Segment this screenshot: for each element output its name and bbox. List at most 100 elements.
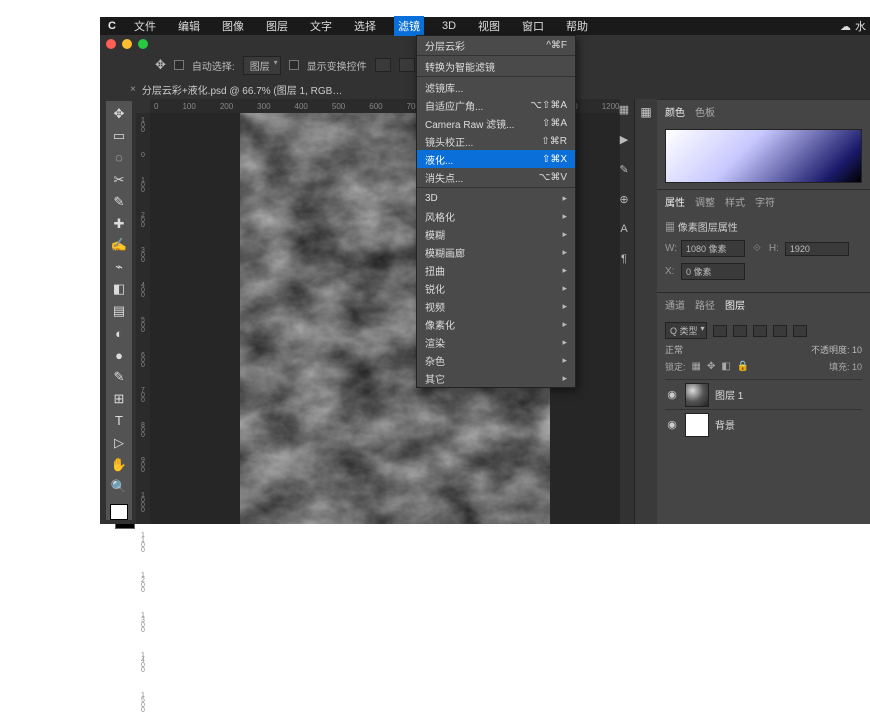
tool-rect[interactable]: ⊞ [108, 390, 130, 408]
panel-icon-brush[interactable]: ✎ [618, 159, 630, 179]
menu-type[interactable]: 文字 [306, 16, 336, 36]
tab-channels[interactable]: 通道 [665, 297, 685, 312]
tool-heal[interactable]: ✚ [108, 215, 130, 233]
menu-3d[interactable]: 3D▸ [417, 189, 575, 207]
x-field[interactable]: 0 像素 [681, 263, 745, 280]
menu-3d[interactable]: 3D [438, 18, 460, 34]
tab-paths[interactable]: 路径 [695, 297, 715, 312]
tool-crop[interactable]: ✂ [108, 171, 130, 189]
menu-file[interactable]: 文件 [130, 16, 160, 36]
tool-move[interactable]: ✥ [108, 105, 130, 123]
panel-icon-nav[interactable]: ▶ [618, 129, 630, 149]
tab-adjustments[interactable]: 调整 [695, 194, 715, 209]
menu-last-filter[interactable]: 分层云彩^⌘F [417, 36, 575, 54]
layer-row[interactable]: ◉ 图层 1 [665, 379, 862, 409]
link-wh-icon[interactable]: ⟐ [749, 243, 765, 254]
tool-gradient[interactable]: ▤ [108, 302, 130, 320]
menu-pixelate[interactable]: 像素化▸ [417, 315, 575, 333]
layer-filter-1[interactable] [713, 325, 727, 337]
panel-icon-add[interactable]: ⊕ [618, 189, 630, 209]
lock-position-icon[interactable]: ✥ [707, 361, 715, 372]
menu-window[interactable]: 窗口 [518, 16, 548, 36]
layer-thumb[interactable] [685, 383, 709, 407]
menu-filter[interactable]: 滤镜 [394, 16, 424, 36]
menu-image[interactable]: 图像 [218, 16, 248, 36]
layer-row[interactable]: ◉ 背景 [665, 409, 862, 439]
tool-pen[interactable]: ✎ [108, 368, 130, 386]
tool-zoom[interactable]: 🔍 [108, 478, 130, 496]
auto-select-checkbox[interactable] [174, 60, 184, 70]
align-icon-1[interactable] [375, 58, 391, 72]
tool-marquee[interactable]: ▭ [108, 127, 130, 145]
menu-video[interactable]: 视频▸ [417, 297, 575, 315]
layer-filter-2[interactable] [733, 325, 747, 337]
visibility-icon[interactable]: ◉ [665, 418, 679, 431]
tool-lasso[interactable]: ◌ [108, 149, 130, 167]
panel-icon-char[interactable]: A [618, 219, 630, 239]
menu-convert-smart[interactable]: 转换为智能滤镜 [417, 57, 575, 75]
visibility-icon[interactable]: ◉ [665, 388, 679, 401]
menu-view[interactable]: 视图 [474, 16, 504, 36]
color-swatches[interactable] [110, 504, 128, 520]
layer-filter-kind[interactable]: Q 类型 [665, 322, 707, 339]
tab-swatches[interactable]: 色板 [695, 104, 715, 119]
layer-name[interactable]: 背景 [715, 417, 735, 432]
tool-eraser[interactable]: ◧ [108, 280, 130, 298]
minimize-window-icon[interactable] [122, 39, 132, 49]
panel-icon-histogram[interactable]: ▦ [618, 99, 630, 119]
blend-mode[interactable]: 正常 [665, 343, 735, 356]
menu-vanishing-point[interactable]: 消失点...⌥⌘V [417, 168, 575, 186]
tab-properties[interactable]: 属性 [665, 194, 685, 209]
layer-filter-3[interactable] [753, 325, 767, 337]
tool-blur[interactable]: ● [108, 346, 130, 364]
lock-all-icon[interactable]: 🔒 [737, 361, 749, 372]
menu-liquify[interactable]: 液化...⇧⌘X [417, 150, 575, 168]
tool-stamp[interactable]: ⌁ [108, 258, 130, 276]
tool-brush[interactable]: ✍ [108, 237, 130, 255]
layer-name[interactable]: 图层 1 [715, 387, 743, 402]
fill-value[interactable]: 10 [852, 362, 862, 372]
h-field[interactable]: 1920 [785, 242, 849, 256]
close-tab-icon[interactable]: × [130, 84, 136, 95]
menu-stylize[interactable]: 风格化▸ [417, 207, 575, 225]
lock-pixels-icon[interactable]: ▦ [692, 361, 701, 372]
menu-blur[interactable]: 模糊▸ [417, 225, 575, 243]
menu-filter-gallery[interactable]: 滤镜库... [417, 78, 575, 96]
align-icon-2[interactable] [399, 58, 415, 72]
menu-render[interactable]: 渲染▸ [417, 333, 575, 351]
menu-blur-gallery[interactable]: 模糊画廊▸ [417, 243, 575, 261]
menu-camera-raw[interactable]: Camera Raw 滤镜...⇧⌘A [417, 114, 575, 132]
opacity-value[interactable]: 10 [852, 345, 862, 355]
document-tab[interactable]: × 分层云彩+液化.psd @ 66.7% (图层 1, RGB… [130, 79, 342, 99]
tool-eyedropper[interactable]: ✎ [108, 193, 130, 211]
layer-filter-5[interactable] [793, 325, 807, 337]
menu-lens-correction[interactable]: 镜头校正...⇧⌘R [417, 132, 575, 150]
menu-distort[interactable]: 扭曲▸ [417, 261, 575, 279]
panel-icon-para[interactable]: ¶ [618, 249, 630, 269]
layer-filter-4[interactable] [773, 325, 787, 337]
auto-select-target[interactable]: 图层 [243, 56, 281, 75]
color-ramp[interactable] [665, 129, 862, 183]
menu-other[interactable]: 其它▸ [417, 369, 575, 387]
menu-noise[interactable]: 杂色▸ [417, 351, 575, 369]
menu-select[interactable]: 选择 [350, 16, 380, 36]
tab-styles[interactable]: 样式 [725, 194, 745, 209]
tool-path[interactable]: ▷ [108, 434, 130, 452]
zoom-window-icon[interactable] [138, 39, 148, 49]
menu-help[interactable]: 帮助 [562, 16, 592, 36]
layer-thumb[interactable] [685, 413, 709, 437]
tab-color[interactable]: 颜色 [665, 104, 685, 119]
menu-sharpen[interactable]: 锐化▸ [417, 279, 575, 297]
tab-layers[interactable]: 图层 [725, 297, 745, 312]
menu-adaptive-wide[interactable]: 自适应广角...⌥⇧⌘A [417, 96, 575, 114]
close-window-icon[interactable] [106, 39, 116, 49]
tool-text[interactable]: T [108, 412, 130, 430]
menu-edit[interactable]: 编辑 [174, 16, 204, 36]
tool-dodge[interactable]: ◐ [108, 324, 130, 342]
w-field[interactable]: 1080 像素 [681, 240, 745, 257]
tool-hand[interactable]: ✋ [108, 456, 130, 474]
lock-artboard-icon[interactable]: ◧ [721, 361, 730, 372]
panel-strip-icon[interactable]: ▦ [640, 105, 651, 119]
menu-layer[interactable]: 图层 [262, 16, 292, 36]
show-transform-checkbox[interactable] [289, 60, 299, 70]
